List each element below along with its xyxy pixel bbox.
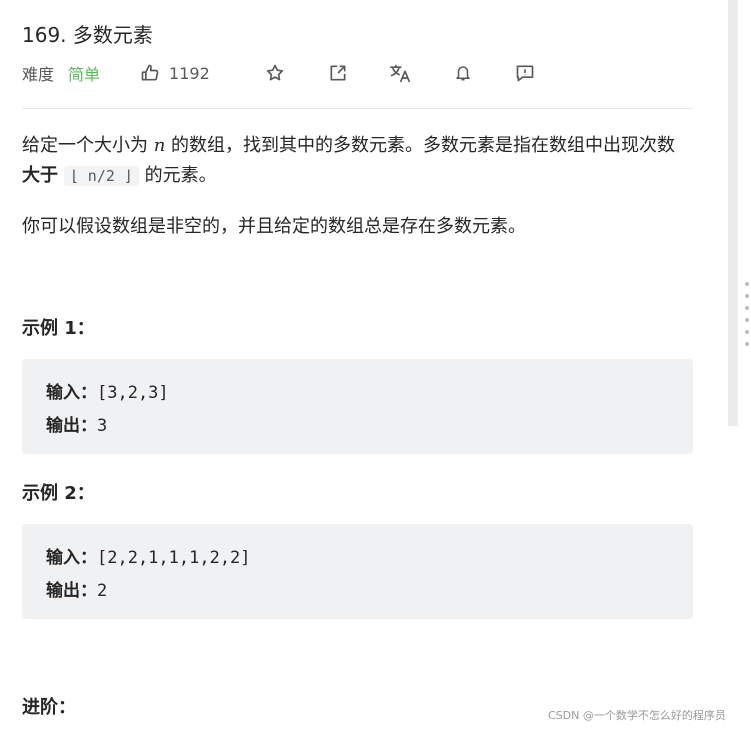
example-1-input: 输入：[3,2,3] — [46, 377, 669, 410]
output-label: 输出： — [46, 416, 97, 436]
feedback-button[interactable] — [513, 60, 537, 86]
advanced-title: 进阶： — [22, 697, 76, 718]
description-note: 你可以假设数组是非空的，并且给定的数组总是存在多数元素。 — [22, 216, 526, 237]
like-count: 1192 — [169, 63, 210, 83]
watermark: CSDN @一个数学不怎么好的程序员 — [548, 709, 726, 722]
description-text: 的数组，找到其中的多数元素。多数元素是指在数组中出现次数 — [165, 135, 676, 156]
example-2-box: 输入：[2,2,1,1,1,2,2] 输出：2 — [22, 524, 693, 619]
example-1-title: 示例 1： — [22, 318, 95, 339]
input-value: [2,2,1,1,1,2,2] — [97, 548, 251, 568]
example-2-title: 示例 2： — [22, 483, 95, 504]
bell-icon — [456, 66, 470, 81]
output-value: 2 — [97, 581, 108, 601]
translate-icon — [390, 64, 410, 83]
thumbs-up-icon — [141, 64, 159, 81]
share-icon — [330, 65, 346, 81]
feedback-icon — [516, 65, 534, 82]
description-text: 给定一个大小为 — [22, 135, 154, 156]
subscribe-button[interactable] — [451, 60, 475, 86]
example-2-input: 输入：[2,2,1,1,1,2,2] — [46, 542, 669, 575]
difficulty-label: 难度 — [22, 65, 55, 84]
example-1-output: 输出：3 — [46, 410, 669, 443]
star-icon — [266, 64, 284, 81]
problem-meta: 难度 简单 1192 — [22, 60, 210, 86]
difficulty-badge: 简单 — [68, 65, 101, 84]
like-button[interactable]: 1192 — [140, 63, 210, 83]
output-label: 输出： — [46, 581, 97, 601]
translate-button[interactable] — [388, 60, 412, 86]
example-2-output: 输出：2 — [46, 575, 669, 608]
favorite-button[interactable] — [263, 60, 287, 86]
resize-handle[interactable] — [745, 282, 751, 348]
example-1-box: 输入：[3,2,3] 输出：3 — [22, 359, 693, 454]
input-label: 输入： — [46, 548, 97, 568]
problem-description: 给定一个大小为 n 的数组，找到其中的多数元素。多数元素是指在数组中出现次数 大… — [22, 131, 693, 191]
output-value: 3 — [97, 416, 108, 436]
bold-text: 大于 — [22, 165, 58, 186]
input-label: 输入： — [46, 383, 97, 403]
problem-title: 169. 多数元素 — [22, 23, 153, 47]
scrollbar[interactable] — [728, 0, 738, 426]
header-divider — [22, 108, 693, 109]
description-text: 的元素。 — [138, 165, 217, 186]
description-paragraph: 给定一个大小为 n 的数组，找到其中的多数元素。多数元素是指在数组中出现次数 大… — [22, 131, 693, 191]
input-value: [3,2,3] — [97, 383, 169, 403]
variable-n: n — [153, 135, 166, 156]
share-button[interactable] — [326, 60, 350, 86]
inline-code: ⌊ n/2 ⌋ — [63, 166, 139, 186]
